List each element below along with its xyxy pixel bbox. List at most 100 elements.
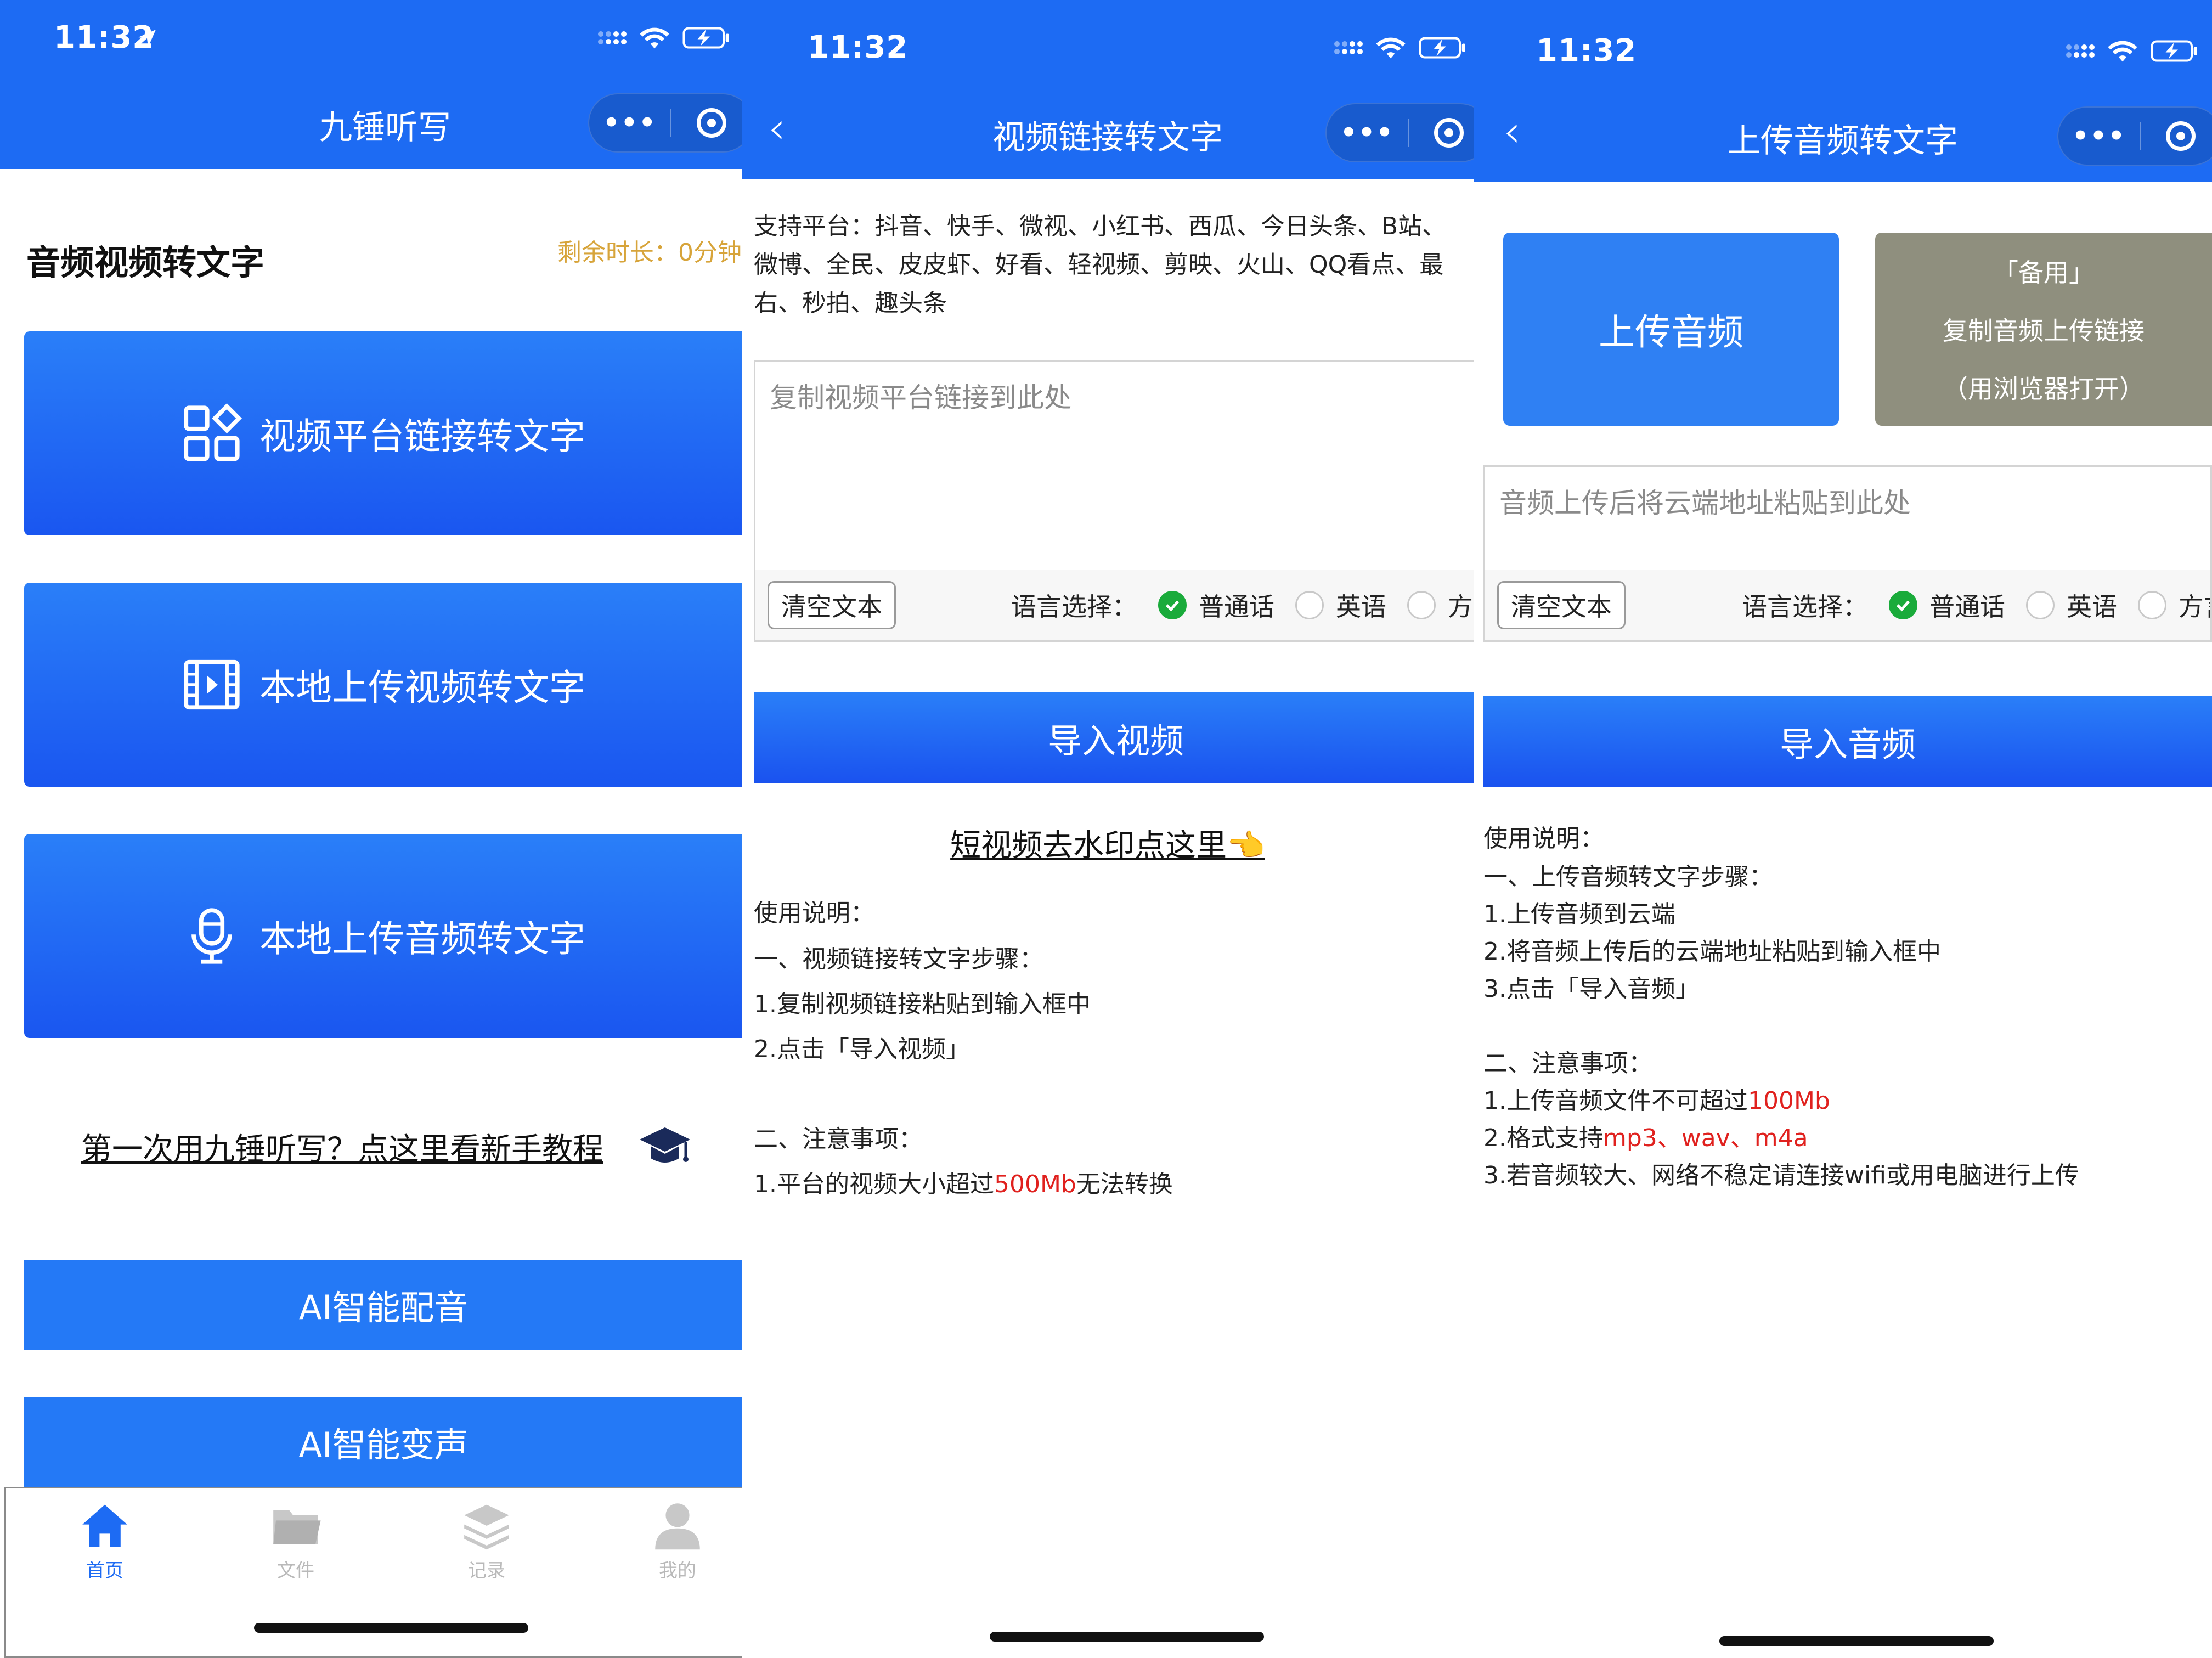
ai-voice-change-button[interactable]: AI智能变声: [24, 1397, 742, 1487]
more-icon[interactable]: •••: [2058, 121, 2140, 151]
tutorial-link[interactable]: 第一次用九锤听写？点这里看新手教程: [81, 1125, 603, 1169]
language-select: 语言选择： 普通话 英语 方言: [1742, 570, 2210, 640]
film-icon: [184, 659, 240, 710]
tab-files[interactable]: 文件: [241, 1499, 351, 1582]
platforms-line: 微博、全民、皮皮虾、好看、轻视频、剪映、火山、QQ看点、最: [754, 251, 1444, 279]
close-miniprogram-icon[interactable]: [1409, 118, 1474, 148]
battery-charging-icon: [1419, 37, 1465, 59]
instructions-step: 2.点击「导入视频」: [754, 1035, 970, 1063]
instructions-note: 1.平台的视频大小超过500Mb无法转换: [754, 1164, 1173, 1199]
backup-line: （用浏览器打开）: [1943, 374, 2145, 404]
language-label: 语言选择：: [1011, 592, 1137, 622]
upload-audio-screen: 11:32 ‹ 上传音频转文字 ••• 上传音频 「备用」 复制音频上传链接 （…: [1474, 0, 2212, 1658]
instructions-section2: 二、注意事项：: [754, 1125, 923, 1153]
radio-mandarin[interactable]: [1889, 591, 1917, 619]
section-heading: 音频视频转文字: [26, 243, 265, 283]
header-bar: 11:32 九锤听写 •••: [0, 0, 742, 169]
status-icons: [2066, 38, 2200, 64]
instructions-note: 1.上传音频文件不可超过100Mb: [1483, 1081, 1830, 1116]
language-option: 方言: [2179, 592, 2210, 622]
link-input-box: 复制视频平台链接到此处 清空文本 语言选择： 普通话 英语 方言: [754, 360, 1474, 642]
instructions-section2: 二、注意事项：: [1483, 1050, 1652, 1078]
apps-grid-icon: [184, 403, 242, 461]
language-option: 方言: [1448, 592, 1474, 622]
tab-home[interactable]: 首页: [50, 1499, 160, 1582]
language-option: 英语: [1336, 592, 1386, 622]
button-label: 视频平台链接转文字: [259, 415, 585, 458]
wifi-icon: [2108, 41, 2137, 62]
more-icon[interactable]: •••: [1327, 117, 1408, 148]
signal-icon: [2066, 44, 2095, 58]
home-indicator: [254, 1623, 528, 1633]
radio-english[interactable]: [1295, 591, 1324, 619]
note-text: 1.平台的视频大小超过: [754, 1170, 994, 1198]
tab-label: 首页: [86, 1560, 123, 1582]
close-miniprogram-icon[interactable]: [2141, 121, 2212, 151]
ai-dubbing-button[interactable]: AI智能配音: [24, 1260, 742, 1350]
tab-label: 文件: [277, 1560, 314, 1582]
instructions-title: 使用说明：: [1483, 825, 1604, 853]
status-icons: [1334, 35, 1468, 60]
radio-mandarin[interactable]: [1158, 591, 1187, 619]
input-toolbar: 清空文本 语言选择： 普通话 英语 方言: [1485, 570, 2210, 640]
video-link-screen: 11:32 ‹ 视频链接转文字 ••• 支持平台：抖音、快手、微视、小红书、西瓜…: [742, 0, 1474, 1658]
instructions-step: 2.将音频上传后的云端地址粘贴到输入框中: [1483, 938, 1941, 966]
backup-copy-link-button[interactable]: 「备用」 复制音频上传链接 （用浏览器打开）: [1875, 233, 2212, 426]
button-label: 本地上传音频转文字: [259, 918, 585, 960]
input-toolbar: 清空文本 语言选择： 普通话 英语 方言: [755, 570, 1474, 640]
note-text: 1.上传音频文件不可超过: [1483, 1087, 1748, 1115]
clear-text-button[interactable]: 清空文本: [768, 581, 896, 629]
remaining-time: 剩余时长：0分钟: [557, 239, 742, 267]
signal-icon: [1334, 41, 1363, 54]
upload-audio-button[interactable]: 上传音频: [1503, 233, 1839, 426]
local-video-to-text-button[interactable]: 本地上传视频转文字: [24, 583, 742, 787]
language-option: 普通话: [1199, 592, 1274, 622]
instructions-section1: 一、视频链接转文字步骤：: [754, 945, 1043, 973]
link-input[interactable]: 复制视频平台链接到此处: [770, 376, 1071, 415]
home-indicator: [990, 1632, 1264, 1642]
tab-records[interactable]: 记录: [432, 1499, 541, 1582]
status-icons: [598, 25, 732, 50]
note-highlight: mp3、wav、m4a: [1602, 1124, 1808, 1152]
instructions-note: 3.若音频较大、网络不稳定请连接wifi或用电脑进行上传: [1483, 1161, 2079, 1189]
tab-label: 我的: [659, 1560, 696, 1582]
more-icon[interactable]: •••: [589, 108, 670, 138]
backup-line: 「备用」: [1993, 258, 2094, 287]
location-arrow-icon: [138, 30, 156, 47]
miniprogram-capsule: •••: [2057, 106, 2212, 166]
instructions-title: 使用说明：: [754, 899, 874, 927]
note-highlight: 500Mb: [994, 1170, 1076, 1198]
watermark-removal-link[interactable]: 短视频去水印点这里👈: [742, 821, 1474, 865]
wifi-icon: [1376, 37, 1406, 59]
folder-icon: [273, 1510, 321, 1544]
status-time: 11:32: [1536, 33, 1637, 69]
local-audio-to-text-button[interactable]: 本地上传音频转文字: [24, 834, 742, 1038]
supported-platforms: 支持平台：抖音、快手、微视、小红书、西瓜、今日头条、B站、 微博、全民、皮皮虾、…: [754, 207, 1474, 323]
video-link-to-text-button[interactable]: 视频平台链接转文字: [24, 331, 742, 535]
radio-english[interactable]: [2026, 591, 2055, 619]
radio-dialect[interactable]: [1407, 591, 1436, 619]
tab-mine[interactable]: 我的: [623, 1499, 732, 1582]
language-option: 普通话: [1929, 592, 2005, 622]
miniprogram-capsule: •••: [588, 93, 742, 153]
signal-icon: [598, 31, 627, 44]
instructions-step: 3.点击「导入音频」: [1483, 975, 1700, 1003]
close-miniprogram-icon[interactable]: [672, 108, 742, 138]
instructions-step: 1.上传音频到云端: [1483, 900, 1675, 928]
cloud-url-input[interactable]: 音频上传后将云端地址粘贴到此处: [1499, 481, 1911, 521]
person-icon: [655, 1503, 700, 1550]
radio-dialect[interactable]: [2138, 591, 2166, 619]
import-audio-button[interactable]: 导入音频: [1483, 696, 2212, 787]
check-icon: [1165, 600, 1180, 612]
import-video-button[interactable]: 导入视频: [754, 692, 1474, 783]
status-time: 11:32: [808, 30, 909, 65]
note-highlight: 100Mb: [1747, 1087, 1830, 1115]
tab-label: 记录: [468, 1560, 505, 1582]
layers-icon: [464, 1504, 509, 1550]
wifi-icon: [640, 27, 669, 49]
note-text: 无法转换: [1076, 1170, 1173, 1198]
graduation-cap-icon: [640, 1127, 690, 1163]
clear-text-button[interactable]: 清空文本: [1497, 581, 1626, 629]
check-icon: [1896, 600, 1910, 612]
home-icon: [82, 1504, 127, 1547]
